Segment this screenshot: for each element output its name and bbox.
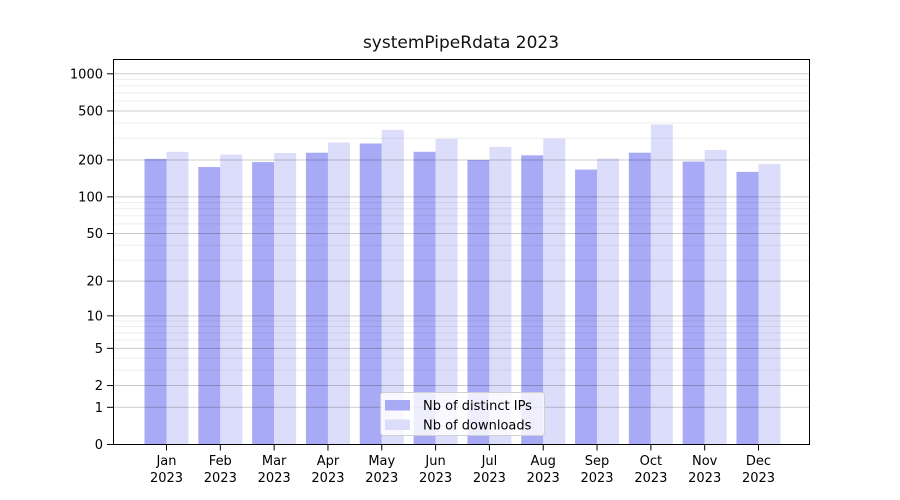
y-tick-label-500: 500 xyxy=(78,104,103,119)
x-tick-label-jul: Jul 2023 xyxy=(473,454,506,486)
x-tick-label-month: Sep xyxy=(585,454,610,469)
y-tick-label-50: 50 xyxy=(86,227,103,242)
y-tick-label-100: 100 xyxy=(78,190,103,205)
legend-swatch-downloads xyxy=(385,420,410,431)
x-tick-label-year: 2023 xyxy=(527,471,560,486)
bar-ips-may xyxy=(360,144,382,445)
y-tick-label-20: 20 xyxy=(86,275,103,290)
x-tick-label-month: Nov xyxy=(692,454,718,469)
x-tick-label-mar: Mar 2023 xyxy=(258,454,291,486)
y-tick-label-1: 1 xyxy=(95,401,103,416)
x-tick-label-month: Dec xyxy=(746,454,771,469)
x-tick-label-month: Jan xyxy=(155,454,176,469)
figure: systemPipeRdata 2023 0125102050100200500… xyxy=(0,0,900,500)
legend-swatch-ips xyxy=(385,400,410,411)
y-tick-label-5: 5 xyxy=(95,342,103,357)
x-tick-label-dec: Dec 2023 xyxy=(742,454,775,486)
x-tick-label-month: Jul xyxy=(481,454,498,469)
x-tick-label-may: May 2023 xyxy=(365,454,398,486)
y-tick-label-200: 200 xyxy=(78,153,103,168)
bar-ips-sep xyxy=(575,170,597,445)
bar-downloads-oct xyxy=(651,125,673,445)
x-tick-label-jan: Jan 2023 xyxy=(150,454,183,486)
legend-label-downloads: Nb of downloads xyxy=(423,419,532,434)
bar-downloads-nov xyxy=(705,150,727,445)
x-tick-label-month: Oct xyxy=(640,454,662,469)
bar-downloads-sep xyxy=(597,159,619,445)
legend: Nb of distinct IPs Nb of downloads xyxy=(381,393,545,436)
x-tick-label-year: 2023 xyxy=(634,471,667,486)
x-tick-label-jun: Jun 2023 xyxy=(419,454,452,486)
bar-ips-nov xyxy=(683,162,705,445)
x-tick-label-month: Apr xyxy=(317,454,340,469)
bar-downloads-feb xyxy=(220,155,242,445)
x-tick-label-month: May xyxy=(368,454,395,469)
y-tick-label-1000: 1000 xyxy=(70,67,103,82)
x-tick-label-year: 2023 xyxy=(365,471,398,486)
y-tick-label-2: 2 xyxy=(95,379,103,394)
x-tick-label-month: Aug xyxy=(531,454,556,469)
x-tick-label-month: Feb xyxy=(209,454,232,469)
x-tick-label-apr: Apr 2023 xyxy=(311,454,344,486)
bar-downloads-jan xyxy=(167,152,189,445)
bar-ips-dec xyxy=(736,172,758,445)
x-tick-label-sep: Sep 2023 xyxy=(580,454,613,486)
x-tick-label-feb: Feb 2023 xyxy=(204,454,237,486)
x-tick-label-year: 2023 xyxy=(688,471,721,486)
x-tick-label-year: 2023 xyxy=(580,471,613,486)
x-tick-label-year: 2023 xyxy=(311,471,344,486)
x-tick-label-month: Jun xyxy=(424,454,445,469)
bar-ips-jan xyxy=(145,159,167,445)
x-tick-label-aug: Aug 2023 xyxy=(527,454,560,486)
legend-label-ips: Nb of distinct IPs xyxy=(423,399,532,414)
x-tick-label-month: Mar xyxy=(262,454,287,469)
bar-downloads-dec xyxy=(758,164,780,444)
y-tick-label-0: 0 xyxy=(95,438,103,453)
x-tick-label-year: 2023 xyxy=(258,471,291,486)
x-tick-label-nov: Nov 2023 xyxy=(688,454,721,486)
x-tick-label-year: 2023 xyxy=(742,471,775,486)
chart-title: systemPipeRdata 2023 xyxy=(113,33,809,53)
x-tick-label-year: 2023 xyxy=(473,471,506,486)
bar-downloads-aug xyxy=(543,139,565,445)
bar-downloads-apr xyxy=(328,143,350,445)
x-tick-label-year: 2023 xyxy=(419,471,452,486)
bar-ips-mar xyxy=(252,162,274,444)
x-tick-label-year: 2023 xyxy=(204,471,237,486)
bar-chart-svg: 01251020501002005001000Jan2023Feb2023Mar… xyxy=(0,0,900,500)
x-tick-label-year: 2023 xyxy=(150,471,183,486)
x-tick-label-oct: Oct 2023 xyxy=(634,454,667,486)
y-tick-label-10: 10 xyxy=(86,309,103,324)
